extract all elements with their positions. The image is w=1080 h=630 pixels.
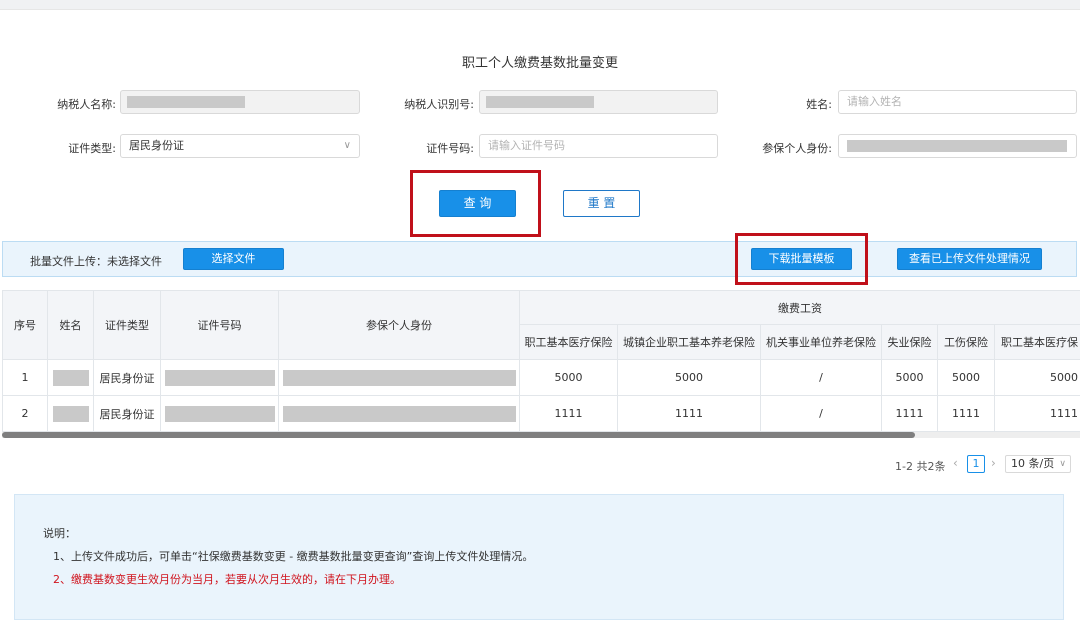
header-insured-identity: 参保个人身份: [279, 290, 520, 360]
reset-button[interactable]: 重 置: [563, 190, 640, 217]
choose-file-button[interactable]: 选择文件: [183, 248, 284, 270]
row2-id-number: [161, 396, 279, 432]
subheader-injury: 工伤保险: [938, 325, 995, 360]
row2-insured-identity: [279, 396, 520, 432]
page-title: 职工个人缴费基数批量变更: [461, 56, 618, 71]
prev-page-icon[interactable]: ‹: [953, 456, 958, 470]
page-size-value: 10 条/页: [1011, 457, 1055, 470]
row2-name: [48, 396, 94, 432]
subheader-unemployment: 失业保险: [882, 325, 938, 360]
chevron-down-icon: ∨: [1059, 459, 1066, 469]
scrollbar-thumb[interactable]: [2, 432, 915, 438]
header-name: 姓名: [48, 290, 94, 360]
row1-medical: 5000: [520, 360, 618, 396]
id-number-label: 证件号码:: [426, 142, 474, 155]
id-number-input[interactable]: 请输入证件号码: [479, 134, 718, 158]
horizontal-scrollbar[interactable]: [2, 432, 1080, 438]
masked-value: [127, 96, 245, 108]
row1-medical-2: 5000: [995, 360, 1080, 396]
row1-name: [48, 360, 94, 396]
row2-institution-pension: /: [761, 396, 882, 432]
header-contribution-wage: 缴费工资: [520, 290, 1080, 325]
row1-id-number: [161, 360, 279, 396]
row1-urban-pension: 5000: [618, 360, 761, 396]
chevron-down-icon: ∨: [343, 140, 351, 151]
masked-value: [847, 140, 1067, 152]
row2-injury: 1111: [938, 396, 995, 432]
masked-value: [486, 96, 594, 108]
upload-status-label: 批量文件上传：未选择文件: [30, 255, 162, 268]
query-button[interactable]: 查 询: [439, 190, 516, 217]
row1-unemployment: 5000: [882, 360, 938, 396]
id-type-select[interactable]: 居民身份证 ∨: [120, 134, 360, 158]
id-type-value: 居民身份证: [129, 139, 184, 152]
page-1-button[interactable]: 1: [967, 455, 985, 473]
row2-id-type: 居民身份证: [94, 396, 161, 432]
row2-medical: 1111: [520, 396, 618, 432]
row2-urban-pension: 1111: [618, 396, 761, 432]
row1-institution-pension: /: [761, 360, 882, 396]
pagination-summary: 1-2 共2条: [895, 460, 946, 473]
notes-item-2: 2、缴费基数变更生效月份为当月，若要从次月生效的，请在下月办理。: [53, 573, 401, 586]
insured-identity-label: 参保个人身份:: [762, 142, 832, 155]
page-size-select[interactable]: 10 条/页 ∨: [1005, 455, 1071, 473]
row2-unemployment: 1111: [882, 396, 938, 432]
notes-item-1: 1、上传文件成功后，可单击“社保缴费基数变更 - 缴费基数批量变更查询”查询上传…: [53, 550, 534, 563]
row1-id-type: 居民身份证: [94, 360, 161, 396]
name-label: 姓名:: [806, 98, 832, 111]
taxpayer-name-label: 纳税人名称:: [57, 98, 116, 111]
notes-panel: 说明： 1、上传文件成功后，可单击“社保缴费基数变更 - 缴费基数批量变更查询”…: [14, 494, 1064, 620]
download-template-button[interactable]: 下载批量模板: [751, 248, 852, 270]
subheader-urban-pension: 城镇企业职工基本养老保险: [618, 325, 761, 360]
subheader-medical: 职工基本医疗保险: [520, 325, 618, 360]
header-id-number: 证件号码: [161, 290, 279, 360]
header-id-type: 证件类型: [94, 290, 161, 360]
row2-medical-2: 1111: [995, 396, 1080, 432]
row2-index: 2: [2, 396, 48, 432]
next-page-icon[interactable]: ›: [991, 456, 996, 470]
insured-identity-select[interactable]: [838, 134, 1077, 158]
id-type-label: 证件类型:: [68, 142, 116, 155]
view-upload-status-button[interactable]: 查看已上传文件处理情况: [897, 248, 1042, 270]
name-placeholder: 请输入姓名: [847, 95, 902, 108]
subheader-institution-pension: 机关事业单位养老保险: [761, 325, 882, 360]
data-table: 序号 姓名 证件类型 证件号码 参保个人身份 缴费工资 职工基本医疗保险 城镇企…: [2, 290, 1080, 432]
header-index: 序号: [2, 290, 48, 360]
top-bar: [0, 0, 1080, 10]
taxpayer-name-field: [120, 90, 360, 114]
name-input[interactable]: 请输入姓名: [838, 90, 1077, 114]
subheader-medical-2: 职工基本医疗保: [995, 325, 1080, 360]
row1-index: 1: [2, 360, 48, 396]
notes-title: 说明：: [43, 527, 76, 540]
taxpayer-id-field: [479, 90, 718, 114]
row1-injury: 5000: [938, 360, 995, 396]
row1-insured-identity: [279, 360, 520, 396]
id-number-placeholder: 请输入证件号码: [488, 139, 565, 152]
taxpayer-id-label: 纳税人识别号:: [404, 98, 474, 111]
